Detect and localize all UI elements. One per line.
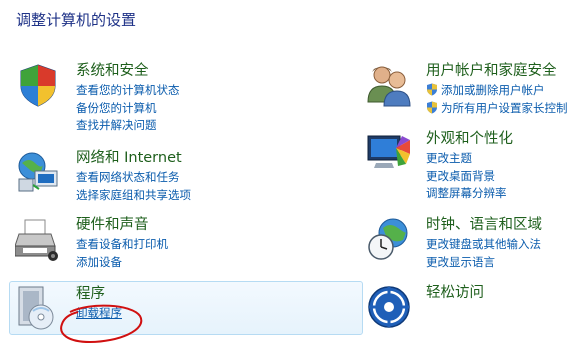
link-add-remove-accounts[interactable]: 添加或删除用户帐户 xyxy=(426,82,568,100)
link-adjust-screen-resolution[interactable]: 调整屏幕分辨率 xyxy=(426,185,507,203)
link-find-fix-problems[interactable]: 查找并解决问题 xyxy=(76,117,180,135)
monitor-palette-icon[interactable] xyxy=(366,130,412,176)
shield-icon[interactable] xyxy=(15,62,61,108)
link-change-desktop-background[interactable]: 更改桌面背景 xyxy=(426,168,507,186)
globe-network-icon[interactable] xyxy=(15,149,61,195)
link-homegroup-sharing[interactable]: 选择家庭组和共享选项 xyxy=(76,187,191,205)
link-change-display-language[interactable]: 更改显示语言 xyxy=(426,254,541,272)
uac-shield-icon xyxy=(426,83,438,96)
category-title-user-accounts[interactable]: 用户帐户和家庭安全 xyxy=(426,62,557,80)
category-system-security: 系统和安全 查看您的计算机状态 备份您的计算机 查找并解决问题 xyxy=(15,62,345,142)
category-appearance: 外观和个性化 更改主题 更改桌面背景 调整屏幕分辨率 xyxy=(366,130,581,210)
link-add-remove-accounts-label[interactable]: 添加或删除用户帐户 xyxy=(441,83,545,97)
category-programs: 程序 卸载程序 xyxy=(15,285,345,331)
category-title-ease-of-access[interactable]: 轻松访问 xyxy=(426,284,484,302)
page-title: 调整计算机的设置 xyxy=(16,11,137,29)
link-add-device[interactable]: 添加设备 xyxy=(76,254,168,272)
ease-of-access-icon[interactable] xyxy=(366,284,412,330)
link-parental-controls[interactable]: 为所有用户设置家长控制 xyxy=(426,100,568,118)
category-title-hardware-sound[interactable]: 硬件和声音 xyxy=(76,216,149,234)
link-change-keyboard-input[interactable]: 更改键盘或其他输入法 xyxy=(426,236,541,254)
printer-icon[interactable] xyxy=(15,216,61,262)
users-icon[interactable] xyxy=(366,62,412,108)
category-title-appearance[interactable]: 外观和个性化 xyxy=(426,130,513,148)
category-title-programs[interactable]: 程序 xyxy=(76,285,105,303)
link-view-devices-printers[interactable]: 查看设备和打印机 xyxy=(76,236,168,254)
category-ease-of-access: 轻松访问 xyxy=(366,284,581,334)
category-title-clock-language-region[interactable]: 时钟、语言和区域 xyxy=(426,216,542,234)
link-view-network-status[interactable]: 查看网络状态和任务 xyxy=(76,169,191,187)
link-view-computer-status[interactable]: 查看您的计算机状态 xyxy=(76,82,180,100)
link-parental-controls-label[interactable]: 为所有用户设置家长控制 xyxy=(441,101,568,115)
category-clock-language-region: 时钟、语言和区域 更改键盘或其他输入法 更改显示语言 xyxy=(366,216,581,276)
link-change-theme[interactable]: 更改主题 xyxy=(426,150,507,168)
link-backup-computer[interactable]: 备份您的计算机 xyxy=(76,100,180,118)
programs-disk-icon[interactable] xyxy=(15,285,61,331)
category-hardware-sound: 硬件和声音 查看设备和打印机 添加设备 xyxy=(15,216,345,276)
category-title-system-security[interactable]: 系统和安全 xyxy=(76,62,149,80)
uac-shield-icon xyxy=(426,101,438,114)
category-user-accounts: 用户帐户和家庭安全 添加或删除用户帐户 为所有用户设置家长控制 xyxy=(366,62,581,122)
link-uninstall-program[interactable]: 卸载程序 xyxy=(76,305,122,323)
clock-globe-icon[interactable] xyxy=(366,216,412,262)
category-title-network-internet[interactable]: 网络和 Internet xyxy=(76,149,182,167)
category-network-internet: 网络和 Internet 查看网络状态和任务 选择家庭组和共享选项 xyxy=(15,149,345,209)
